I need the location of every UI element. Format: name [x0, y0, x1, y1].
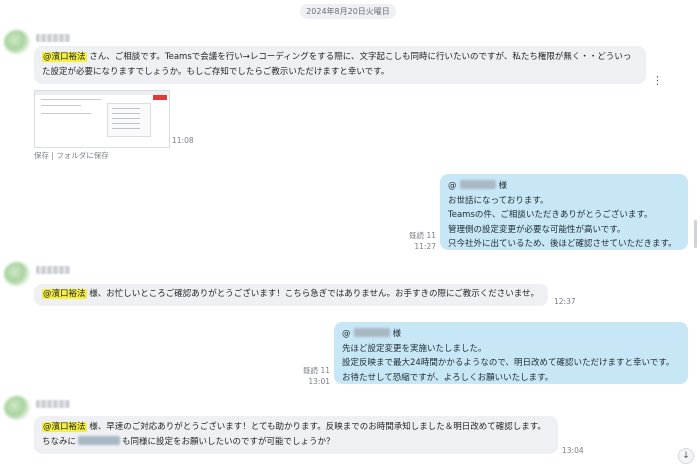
thumb-line: [41, 113, 91, 114]
date-divider: 2024年8月20日火曜日: [300, 4, 396, 19]
mention-at: @: [448, 181, 457, 191]
mention-at: @: [342, 329, 351, 339]
message-text: ちなみに: [42, 436, 77, 447]
avatar[interactable]: [4, 30, 30, 54]
mention-tag[interactable]: @濱口裕法: [42, 52, 87, 62]
message-text: 様、早速のご対応ありがとうございます！とても助かります。反映までのお時間承知しま…: [86, 422, 546, 432]
thumb-line: [41, 105, 81, 106]
thumb-line: [41, 99, 101, 100]
message-time: 11:08: [172, 136, 194, 145]
thumb-menu: [107, 103, 151, 137]
message-text: Teamsの件、ご相談いただきありがとうございます。: [448, 210, 653, 220]
sender-name-blurred: [36, 34, 70, 42]
save-link[interactable]: 保存: [34, 151, 49, 160]
save-to-folder-link[interactable]: フォルダに保存: [56, 151, 109, 160]
message-bubble-outgoing[interactable]: @ 様 先ほど設定変更を実施いたしました。 設定反映まで最大24時間かかるようなの…: [334, 322, 688, 384]
scroll-down-button[interactable]: ↓: [678, 448, 694, 464]
message-text: お待たせして恐縮ですが、よろしくお願いいたします。: [342, 372, 554, 383]
message-time: 13:01: [308, 377, 330, 386]
mention-honorific: 様: [392, 329, 402, 339]
message-text: 設定反映まで最大24時間かかるようなので、明日改めて確認いただけますと幸いです。: [342, 358, 675, 368]
avatar[interactable]: [4, 396, 30, 420]
message-bubble-incoming[interactable]: @濱口裕法 様、早速のご対応ありがとうございます！とても助かります。反映までのお…: [34, 416, 558, 454]
message-text: 管理側の設定変更が必要な可能性が高いです。: [448, 224, 626, 235]
save-actions: 保存 | フォルダに保存: [34, 150, 109, 161]
message-text: も同様に設定をお願いしたいのですが可能でしょうか？: [122, 436, 335, 447]
message-text: 先ほど設定変更を実施いたしました。: [342, 343, 487, 354]
mention-name-blurred: [459, 180, 496, 189]
separator: |: [51, 151, 54, 160]
thumb-toolbar: [35, 91, 169, 95]
message-text: さん、ご相談です。Teamsで会議を行い→レコーディングをする際に、文字起こしも…: [86, 52, 632, 62]
read-receipt: 既読 11: [303, 366, 330, 375]
sender-name-blurred: [36, 266, 70, 274]
message-text: た設定が必要になりますでしょうか。もしご存知でしたらご教示いただけますと幸いです…: [42, 66, 390, 77]
thumb-record-marker: [153, 95, 167, 100]
message-time: 13:04: [562, 446, 584, 455]
message-time: 12:37: [554, 297, 576, 306]
mention-name-blurred: [353, 328, 390, 337]
mention-tag[interactable]: @濱口裕法: [42, 422, 87, 432]
attachment-thumbnail[interactable]: [34, 90, 170, 148]
message-text: お世話になっております。: [448, 195, 549, 206]
mention-honorific: 様: [498, 181, 508, 191]
message-text: 様、お忙しいところご確認ありがとうございます！こちら急ぎではありません。お手すき…: [86, 289, 540, 299]
read-receipt: 既読 11: [409, 231, 436, 240]
mention-tag[interactable]: @濱口裕法: [42, 289, 87, 299]
redacted-name-blurred: [78, 435, 121, 445]
message-time: 11:27: [414, 242, 436, 251]
message-bubble-incoming[interactable]: @濱口裕法 様、お忙しいところご確認ありがとうございます！こちら急ぎではありませ…: [34, 284, 548, 306]
message-bubble-outgoing[interactable]: @ 様 お世話になっております。 Teamsの件、ご相談いただきありがとうございま…: [440, 174, 688, 250]
sender-name-blurred: [36, 400, 70, 408]
avatar[interactable]: [4, 262, 30, 286]
message-bubble-incoming[interactable]: @濱口裕法 さん、ご相談です。Teamsで会議を行い→レコーディングをする際に、…: [34, 46, 646, 84]
scrollbar-thumb[interactable]: [694, 220, 697, 248]
more-options-icon[interactable]: ⋮: [652, 74, 663, 88]
message-text: 只今社外に出ているため、後ほど確認させていただきます。: [448, 239, 677, 249]
